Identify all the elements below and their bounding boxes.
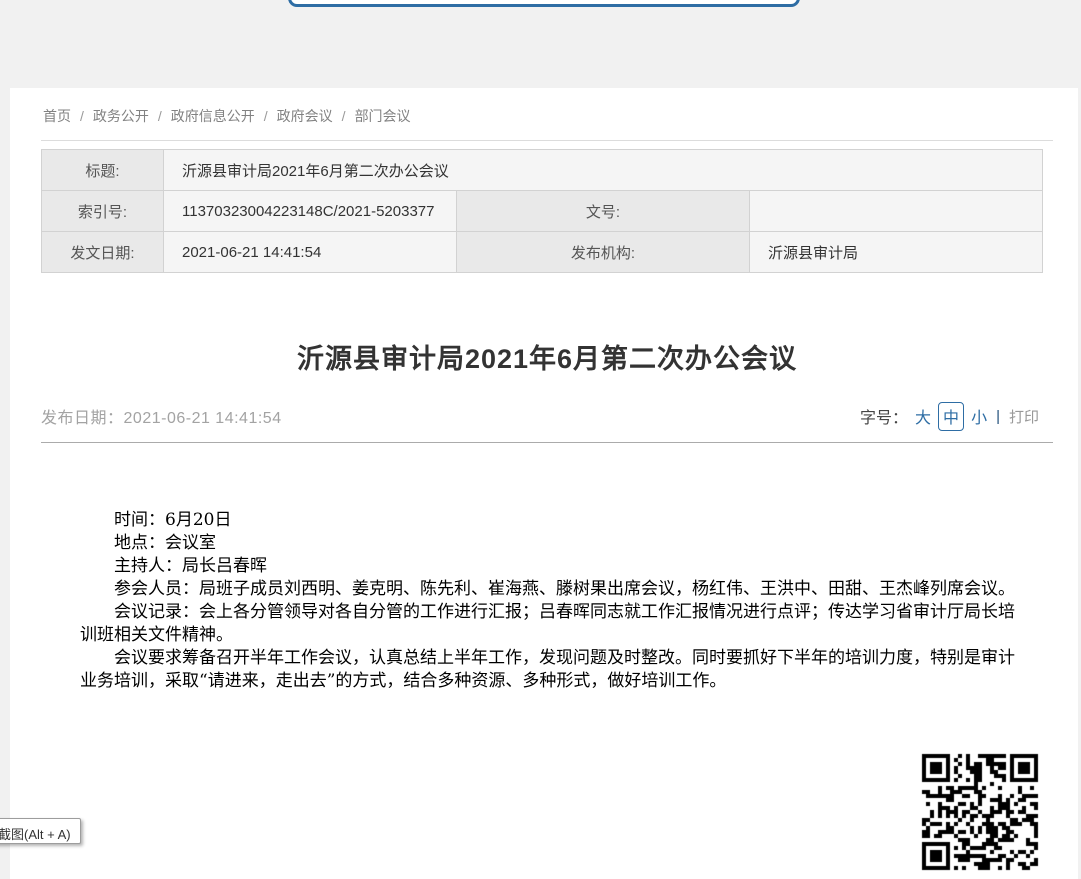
article-paragraph: 参会人员：局班子成员刘西明、姜克明、陈先利、崔海燕、滕树果出席会议，杨红伟、王洪… (80, 578, 1015, 601)
meta-title-value: 沂源县审计局2021年6月第二次办公会议 (164, 150, 1043, 191)
breadcrumb-divider (41, 140, 1053, 141)
article-paragraph: 会议要求筹备召开半年工作会议，认真总结上半年工作，发现问题及时整改。同时要抓好下… (80, 647, 1015, 693)
breadcrumb-item-gov-affairs[interactable]: 政务公开 (93, 108, 149, 124)
font-size-controls: 字号： 大 中 小 | 打印 (860, 402, 1053, 431)
meta-index-label: 索引号: (42, 191, 164, 232)
table-row: 发文日期: 2021-06-21 14:41:54 发布机构: 沂源县审计局 (42, 232, 1043, 273)
publish-date-value: 2021-06-21 14:41:54 (124, 410, 282, 427)
breadcrumb-separator: / (264, 108, 268, 124)
page-background: 首页 / 政务公开 / 政府信息公开 / 政府会议 / 部门会议 标题: 沂源县审计局2021年… (0, 0, 1081, 879)
font-size-label: 字号： (860, 404, 908, 428)
publish-date: 发布日期：2021-06-21 14:41:54 (41, 404, 282, 428)
breadcrumb-separator: / (80, 108, 84, 124)
meta-docnum-label: 文号: (457, 191, 750, 232)
article-divider (41, 442, 1053, 443)
article-paragraph: 主持人：局长吕春晖 (80, 555, 1015, 578)
font-size-small-button[interactable]: 小 (971, 404, 987, 428)
article-paragraph: 会议记录：会上各分管领导对各自分管的工作进行汇报；吕春晖同志就工作汇报情况进行点… (80, 601, 1015, 647)
table-row: 索引号: 11370323004223148C/2021-5203377 文号: (42, 191, 1043, 232)
breadcrumb: 首页 / 政务公开 / 政府信息公开 / 政府会议 / 部门会议 (41, 88, 1053, 126)
qr-code (920, 752, 1040, 872)
controls-separator: | (996, 408, 1000, 425)
content-card: 首页 / 政务公开 / 政府信息公开 / 政府会议 / 部门会议 标题: 沂源县审计局2021年… (10, 88, 1078, 879)
table-row: 标题: 沂源县审计局2021年6月第二次办公会议 (42, 150, 1043, 191)
meta-org-label: 发布机构: (457, 232, 750, 273)
font-size-medium-button[interactable]: 中 (938, 402, 964, 431)
breadcrumb-item-home[interactable]: 首页 (43, 108, 71, 124)
screenshot-tooltip: 截图(Alt + A) (0, 818, 81, 844)
font-size-large-button[interactable]: 大 (915, 404, 931, 428)
article-meta-row: 发布日期：2021-06-21 14:41:54 字号： 大 中 小 | 打印 (41, 402, 1053, 430)
meta-org-value: 沂源县审计局 (750, 232, 1043, 273)
article-paragraph: 时间：6月20日 (80, 509, 1015, 532)
publish-date-label: 发布日期： (41, 410, 124, 427)
search-box-bottom-edge[interactable] (288, 0, 800, 7)
breadcrumb-separator: / (158, 108, 162, 124)
meta-date-value: 2021-06-21 14:41:54 (164, 232, 457, 273)
breadcrumb-item-dept-meetings[interactable]: 部门会议 (355, 108, 411, 124)
article-body: 时间：6月20日 地点：会议室 主持人：局长吕春晖 参会人员：局班子成员刘西明、… (41, 509, 1053, 693)
breadcrumb-item-gov-meetings[interactable]: 政府会议 (277, 108, 333, 124)
meta-title-label: 标题: (42, 150, 164, 191)
breadcrumb-item-gov-info[interactable]: 政府信息公开 (171, 108, 255, 124)
breadcrumb-separator: / (342, 108, 346, 124)
meta-docnum-value (750, 191, 1043, 232)
print-button[interactable]: 打印 (1009, 406, 1039, 427)
screenshot-tooltip-text: 截图(Alt + A) (0, 827, 71, 842)
meta-index-value: 11370323004223148C/2021-5203377 (164, 191, 457, 232)
document-meta-table: 标题: 沂源县审计局2021年6月第二次办公会议 索引号: 1137032300… (41, 149, 1043, 273)
meta-date-label: 发文日期: (42, 232, 164, 273)
page-title: 沂源县审计局2021年6月第二次办公会议 (41, 337, 1053, 376)
article-paragraph: 地点：会议室 (80, 532, 1015, 555)
